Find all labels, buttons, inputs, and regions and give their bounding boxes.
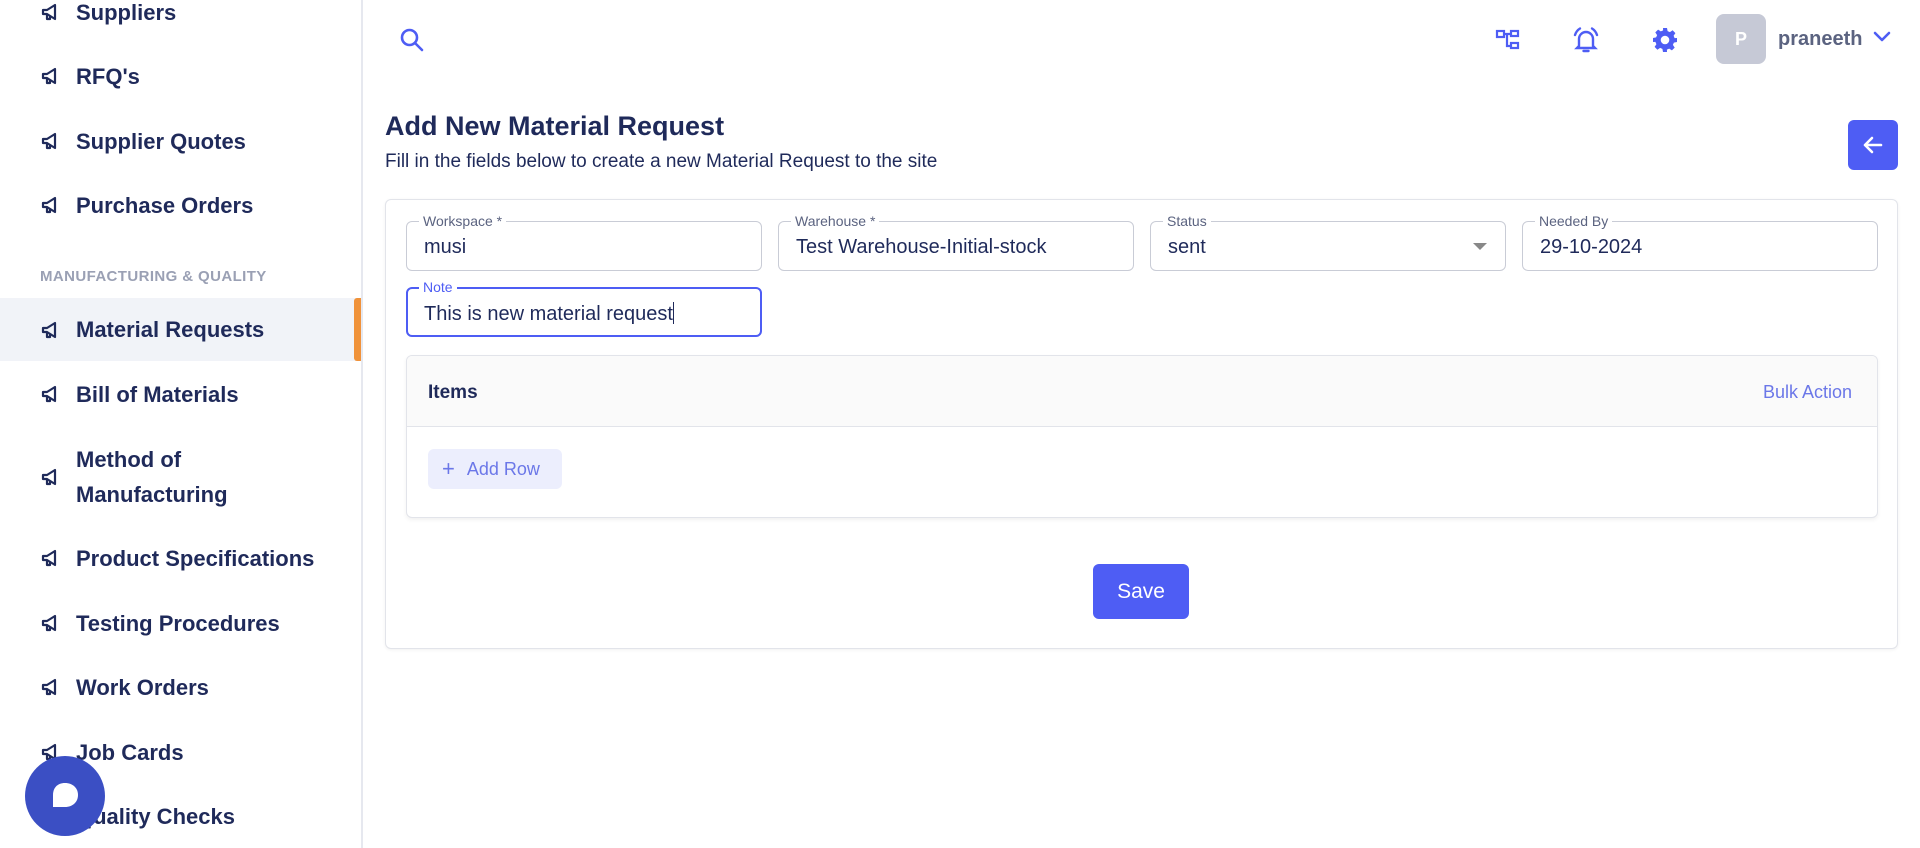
sidebar-item-work-orders[interactable]: Work Orders <box>0 669 361 705</box>
megaphone-icon <box>41 3 57 21</box>
avatar[interactable]: P <box>1716 14 1766 64</box>
sidebar-item-label: Purchase Orders <box>76 192 254 218</box>
status-label: Status <box>1163 213 1211 229</box>
dropdown-arrow-icon <box>1473 243 1487 250</box>
sidebar-item-supplier-quotes[interactable]: Supplier Quotes <box>0 123 361 159</box>
save-button[interactable]: Save <box>1093 564 1189 619</box>
megaphone-icon <box>41 67 57 85</box>
note-label: Note <box>419 279 457 295</box>
sidebar-item-rfqs[interactable]: RFQ's <box>0 58 361 94</box>
megaphone-icon <box>41 132 57 150</box>
page-subtitle: Fill in the fields below to create a new… <box>385 151 938 172</box>
status-value: sent <box>1168 236 1206 258</box>
bulk-action-button[interactable]: Bulk Action <box>1763 382 1852 403</box>
sidebar-section-label: MANUFACTURING & QUALITY <box>40 268 267 285</box>
sidebar: Suppliers RFQ's Supplier Quotes Purchase… <box>0 0 363 848</box>
sidebar-item-label: Job Cards <box>76 739 184 765</box>
text-cursor <box>672 302 674 324</box>
sidebar-item-purchase-orders[interactable]: Purchase Orders <box>0 187 361 223</box>
needed-by-field[interactable]: Needed By 29-10-2024 <box>1522 213 1878 271</box>
warehouse-label: Warehouse * <box>791 213 880 229</box>
megaphone-icon <box>41 614 57 632</box>
chat-icon <box>53 783 78 807</box>
sidebar-item-label: Bill of Materials <box>76 381 239 407</box>
note-field[interactable]: Note This is new material request <box>406 279 762 337</box>
status-select[interactable]: Status sent <box>1150 213 1506 271</box>
megaphone-icon <box>41 321 57 338</box>
arrow-left-icon <box>1863 136 1883 154</box>
items-header: Items Bulk Action <box>407 356 1877 427</box>
sidebar-item-product-specifications[interactable]: Product Specifications <box>0 540 361 576</box>
add-row-label: Add Row <box>466 458 540 479</box>
sidebar-item-label: Method of Manufacturing <box>76 442 228 512</box>
search-icon[interactable] <box>398 26 426 54</box>
needed-by-label: Needed By <box>1535 213 1613 229</box>
plus-icon: + <box>442 456 455 481</box>
megaphone-icon <box>41 196 57 214</box>
add-row-button[interactable]: + Add Row <box>428 449 562 489</box>
workspace-label: Workspace * <box>419 213 507 229</box>
warehouse-value: Test Warehouse-Initial-stock <box>796 236 1047 258</box>
megaphone-icon <box>41 549 57 567</box>
sidebar-item-material-requests[interactable]: Material Requests <box>0 298 361 361</box>
sidebar-item-label: Testing Procedures <box>76 610 280 636</box>
sidebar-item-label-line2: Manufacturing <box>76 482 228 507</box>
material-request-form: Workspace * musi Warehouse * Test Wareho… <box>385 199 1898 649</box>
back-button[interactable] <box>1848 120 1898 170</box>
chevron-down-icon[interactable] <box>1870 28 1894 46</box>
chat-launcher-button[interactable] <box>25 756 105 836</box>
note-value: This is new material request <box>424 302 674 325</box>
sidebar-item-label: Work Orders <box>76 674 209 700</box>
sidebar-item-label: Supplier Quotes <box>76 128 246 154</box>
workspace-field[interactable]: Workspace * musi <box>406 213 762 271</box>
note-text: This is new material request <box>424 303 673 325</box>
sitemap-icon[interactable] <box>1492 24 1524 56</box>
items-panel: Items Bulk Action + Add Row <box>406 355 1878 518</box>
sidebar-item-testing-procedures[interactable]: Testing Procedures <box>0 605 361 641</box>
sidebar-item-label: Suppliers <box>76 0 177 25</box>
needed-by-value: 29-10-2024 <box>1540 236 1643 258</box>
sidebar-item-method-of-manufacturing[interactable]: Method of Manufacturing <box>0 441 361 513</box>
sidebar-item-suppliers[interactable]: Suppliers <box>0 0 361 30</box>
megaphone-icon <box>41 678 57 696</box>
sidebar-item-label: Product Specifications <box>76 545 315 571</box>
items-title: Items <box>428 382 478 403</box>
sidebar-item-label: Material Requests <box>76 317 265 342</box>
megaphone-icon <box>41 385 57 403</box>
gear-icon[interactable] <box>1649 24 1681 56</box>
sidebar-item-bill-of-materials[interactable]: Bill of Materials <box>0 376 361 412</box>
sidebar-item-label: RFQ's <box>76 63 140 89</box>
megaphone-icon <box>41 468 57 486</box>
username[interactable]: praneeth <box>1778 28 1862 51</box>
page-title: Add New Material Request <box>385 111 725 141</box>
sidebar-item-label-line1: Method of <box>76 447 182 472</box>
warehouse-field[interactable]: Warehouse * Test Warehouse-Initial-stock <box>778 213 1134 271</box>
workspace-value: musi <box>424 236 467 258</box>
bell-icon[interactable] <box>1570 24 1602 56</box>
